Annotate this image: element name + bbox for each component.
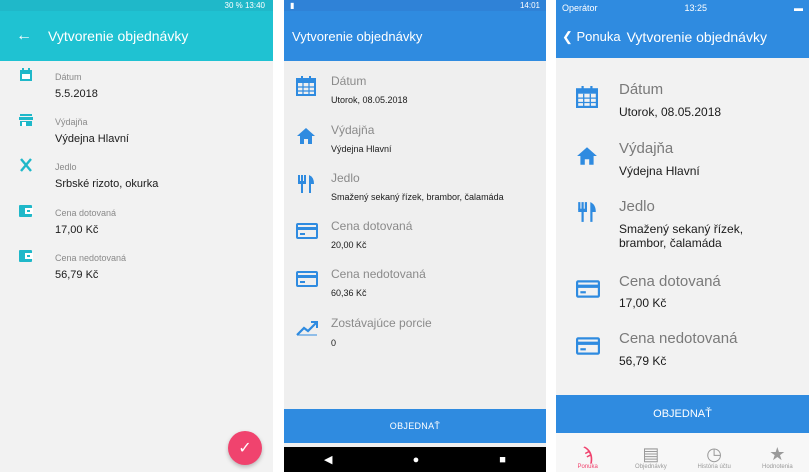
home-icon: [296, 127, 318, 147]
cutlery-icon: ϡ: [582, 444, 593, 464]
credit-card-icon: [296, 223, 318, 243]
field-value: 5.5.2018: [55, 88, 98, 100]
android-nav-bar: ◀ ● ■: [284, 447, 546, 472]
field-value: 60,36 Kč: [331, 288, 367, 298]
field-label: Cena nedotovaná: [619, 330, 738, 347]
trending-up-icon: [296, 320, 318, 340]
wallet-icon: [19, 204, 33, 218]
field-label: Výdajňa: [55, 117, 88, 127]
cutlery-icon: [576, 202, 600, 224]
status-time: 14:01: [519, 1, 540, 10]
date-row: Dátum Utorok, 08.05.2018: [556, 78, 809, 128]
status-time: 13:25: [684, 3, 708, 13]
back-label: Ponuka: [576, 29, 621, 44]
field-value: 56,79 Kč: [55, 269, 99, 281]
page-title: Vytvorenie objednávky: [48, 28, 189, 44]
tab-label: Ponuka: [577, 464, 598, 470]
subsidized-price-row: Cena dotovaná 17,00 Kč: [556, 271, 809, 321]
credit-card-icon: [576, 337, 600, 359]
tab-label: Hodnotenia: [762, 464, 793, 470]
order-button[interactable]: OBJEDNAŤ: [284, 409, 546, 443]
android-blue-screen: ▮ 14:01 Vytvorenie objednávky Dátum Utor…: [284, 0, 546, 472]
battery-icon: ▬: [794, 3, 803, 13]
field-label: Cena nedotovaná: [331, 267, 426, 281]
back-button[interactable]: ❮ Ponuka: [562, 29, 621, 45]
field-label: Výdajňa: [619, 140, 674, 157]
clock-icon: ◷: [706, 444, 722, 464]
page-title: Vytvorenie objednávky: [292, 28, 423, 44]
app-bar: Vytvorenie objednávky: [284, 11, 546, 61]
field-label: Jedlo: [331, 171, 360, 185]
status-bar: 30 % 13:40: [0, 0, 273, 11]
sim-icon: ▮: [290, 1, 295, 10]
carrier-label: Operátor: [562, 3, 598, 13]
nav-back-icon[interactable]: ◀: [324, 453, 332, 466]
back-arrow-icon[interactable]: ←: [0, 27, 48, 45]
tab-bar: ϡ Ponuka ▤ Objednávky ◷ História účtu ★ …: [556, 433, 809, 472]
calendar-icon: [296, 76, 318, 96]
field-value: Výdejna Hlavní: [55, 133, 129, 145]
field-label: Dátum: [55, 72, 82, 82]
order-button[interactable]: OBJEDNAŤ: [556, 395, 809, 433]
field-value: Výdejna Hlavní: [619, 164, 700, 178]
cutlery-icon: [296, 175, 318, 195]
field-value: Utorok, 08.05.2018: [331, 95, 408, 105]
field-value: 17,00 Kč: [619, 296, 667, 310]
tab-orders[interactable]: ▤ Objednávky: [619, 433, 682, 472]
home-icon: [576, 146, 600, 168]
meal-row: Jedlo Smažený sekaný řízek, brambor, čal…: [284, 171, 546, 211]
field-value: Utorok, 08.05.2018: [619, 105, 722, 119]
nav-recents-icon[interactable]: ■: [499, 454, 506, 466]
field-label: Jedlo: [55, 162, 77, 172]
field-label: Cena dotovaná: [331, 219, 413, 233]
field-value: 20,00 Kč: [331, 240, 367, 250]
ios-screen: Operátor 13:25 ▬ ❮ Ponuka Vytvorenie obj…: [556, 0, 809, 472]
unsubsidized-price-row: Cena nedotovaná 60,36 Kč: [284, 267, 546, 307]
app-bar: ← Vytvorenie objednávky: [0, 11, 273, 61]
document-icon: ▤: [642, 444, 660, 464]
tab-menu[interactable]: ϡ Ponuka: [556, 433, 619, 472]
status-bar: Operátor 13:25 ▬: [556, 0, 809, 16]
calendar-icon: [576, 86, 600, 108]
store-icon: [19, 113, 33, 127]
field-label: Dátum: [331, 74, 367, 88]
canteen-row: Výdajňa Výdejna Hlavní: [284, 123, 546, 163]
field-label: Cena dotovaná: [55, 208, 117, 218]
field-value: Smažený sekaný řízek, brambor, čalamáda: [619, 222, 744, 250]
confirm-fab-button[interactable]: ✓: [228, 431, 262, 465]
field-value: 0: [331, 338, 337, 348]
canteen-row: Výdajňa Výdejna Hlavní: [556, 137, 809, 187]
field-value: 17,00 Kč: [55, 224, 99, 236]
field-label: Výdajňa: [331, 123, 375, 137]
field-value: Srbské rizoto, okurka: [55, 178, 159, 190]
remaining-portions-row: Zostávajúce porcie 0: [284, 316, 546, 356]
nav-home-icon[interactable]: ●: [413, 454, 420, 466]
field-label: Cena dotovaná: [619, 273, 721, 290]
credit-card-icon: [576, 280, 600, 302]
tab-label: História účtu: [697, 464, 731, 470]
cutlery-icon: [19, 158, 33, 172]
field-label: Jedlo: [619, 198, 655, 215]
wallet-icon: [19, 249, 33, 263]
star-icon: ★: [769, 444, 786, 464]
unsubsidized-price-row: Cena nedotovaná 56,79 Kč: [556, 330, 809, 380]
tab-label: Objednávky: [635, 464, 667, 470]
field-value: 56,79 Kč: [619, 354, 667, 368]
nav-bar: ❮ Ponuka Vytvorenie objednávky: [556, 16, 809, 58]
page-title: Vytvorenie objednávky: [626, 29, 767, 45]
meal-row: Jedlo Smažený sekaný řízek, brambor, čal…: [556, 196, 809, 256]
tab-ratings[interactable]: ★ Hodnotenia: [746, 433, 809, 472]
field-value: Smažený sekaný řízek, brambor, čalamáda: [331, 192, 504, 202]
android-teal-screen: 30 % 13:40 ← Vytvorenie objednávky Dátum…: [0, 0, 273, 472]
credit-card-icon: [296, 271, 318, 291]
date-row: Dátum Utorok, 08.05.2018: [284, 74, 546, 114]
tab-account-history[interactable]: ◷ História účtu: [683, 433, 746, 472]
field-label: Zostávajúce porcie: [331, 316, 432, 330]
field-value: Výdejna Hlavní: [331, 144, 392, 154]
calendar-icon: [19, 68, 33, 82]
field-label: Dátum: [619, 81, 664, 98]
subsidized-price-row: Cena dotovaná 20,00 Kč: [284, 219, 546, 259]
status-bar: ▮ 14:01: [284, 0, 546, 11]
field-label: Cena nedotovaná: [55, 253, 127, 263]
